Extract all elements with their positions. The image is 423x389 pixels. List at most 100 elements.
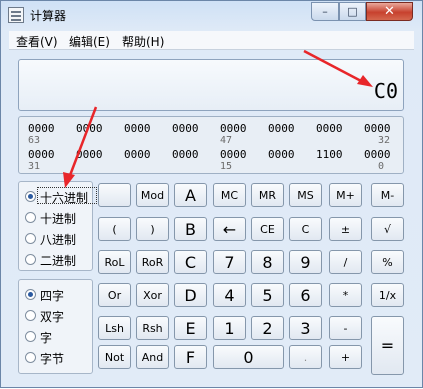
digit-1-key[interactable]: 1 bbox=[213, 316, 246, 340]
calculator-window: 计算器 – □ ✕ 查看(V) 编辑(E) 帮助(H) C0 0000 0000 0… bbox=[0, 0, 423, 388]
digit-2-key[interactable]: 2 bbox=[251, 316, 284, 340]
xor-key[interactable]: Xor bbox=[136, 283, 169, 307]
word-size-label: 双字 bbox=[40, 310, 65, 324]
hex-d-key[interactable]: D bbox=[174, 283, 207, 307]
bit-group[interactable]: 0000 bbox=[28, 148, 55, 161]
digit-6-key[interactable]: 6 bbox=[289, 283, 322, 307]
memory-store-key[interactable]: MS bbox=[289, 183, 322, 207]
radio-button-icon[interactable] bbox=[25, 352, 36, 363]
clear-entry-key[interactable]: CE bbox=[251, 217, 284, 241]
digit-7-key[interactable]: 7 bbox=[213, 250, 246, 274]
digit-9-key[interactable]: 9 bbox=[289, 250, 322, 274]
maximize-button[interactable]: □ bbox=[339, 2, 366, 21]
clear-key[interactable]: C bbox=[289, 217, 322, 241]
percent-key[interactable]: % bbox=[371, 250, 404, 274]
not-key[interactable]: Not bbox=[98, 345, 131, 369]
bit-group[interactable]: 0000 bbox=[364, 148, 391, 161]
result-display: C0 bbox=[18, 59, 404, 111]
close-button[interactable]: ✕ bbox=[366, 2, 413, 21]
digit-0-key[interactable]: 0 bbox=[213, 345, 284, 369]
and-key[interactable]: And bbox=[136, 345, 169, 369]
bit-group[interactable]: 0000 bbox=[76, 148, 103, 161]
bit-index-label: 63 bbox=[28, 135, 41, 146]
word-size-group: 四字 双字字字节 bbox=[18, 279, 93, 374]
bit-group[interactable]: 0000 bbox=[220, 122, 247, 135]
bit-index-label: 15 bbox=[220, 161, 233, 172]
reciprocal-key[interactable]: 1/x bbox=[371, 283, 404, 307]
blank-key[interactable] bbox=[98, 183, 131, 207]
radix-group: 十六进制 十进制 八进制 二进制 bbox=[18, 181, 97, 271]
decimal-key[interactable]: . bbox=[289, 345, 322, 369]
bit-index-label: 47 bbox=[220, 135, 233, 146]
radio-button-icon[interactable] bbox=[25, 233, 36, 244]
bit-group[interactable]: 0000 bbox=[124, 122, 151, 135]
multiply-key[interactable]: * bbox=[329, 283, 362, 307]
bit-group[interactable]: 0000 bbox=[220, 148, 247, 161]
radio-button-icon[interactable] bbox=[25, 331, 36, 342]
bit-index-label: 0 bbox=[378, 161, 385, 172]
bit-display: 0000 0000 0000 0000 0000 0000 0000 0000 0000 0000… bbox=[18, 116, 404, 174]
minimize-button[interactable]: – bbox=[311, 2, 339, 21]
hex-f-key[interactable]: F bbox=[174, 345, 207, 369]
calculator-icon bbox=[8, 7, 24, 23]
bit-group[interactable]: 0000 bbox=[364, 122, 391, 135]
digit-3-key[interactable]: 3 bbox=[289, 316, 322, 340]
sqrt-key[interactable]: √ bbox=[371, 217, 404, 241]
bit-group[interactable]: 0000 bbox=[76, 122, 103, 135]
radio-button-icon[interactable] bbox=[25, 212, 36, 223]
radio-button-icon[interactable] bbox=[25, 254, 36, 265]
rotate-right-key[interactable]: RoR bbox=[136, 250, 169, 274]
backspace-key[interactable]: ← bbox=[213, 217, 246, 241]
word-size-label: 字节 bbox=[40, 352, 65, 366]
radix-label: 二进制 bbox=[40, 254, 77, 268]
bit-index-label: 31 bbox=[28, 161, 41, 172]
open-paren-key[interactable]: ( bbox=[98, 217, 131, 241]
focus-rectangle bbox=[37, 187, 97, 204]
menu-help[interactable]: 帮助(H) bbox=[122, 33, 164, 50]
bit-group[interactable]: 0000 bbox=[268, 148, 295, 161]
memory-clear-key[interactable]: MC bbox=[213, 183, 246, 207]
menu-edit[interactable]: 编辑(E) bbox=[69, 33, 110, 50]
window-title: 计算器 bbox=[30, 9, 67, 23]
word-size-label: 字 bbox=[40, 331, 53, 345]
radio-button-icon[interactable] bbox=[25, 289, 36, 300]
bit-group[interactable]: 0000 bbox=[172, 122, 199, 135]
sign-key[interactable]: ± bbox=[329, 217, 362, 241]
bit-group[interactable]: 0000 bbox=[28, 122, 55, 135]
subtract-key[interactable]: - bbox=[329, 316, 362, 340]
hex-e-key[interactable]: E bbox=[174, 316, 207, 340]
rotate-left-key[interactable]: RoL bbox=[98, 250, 131, 274]
hex-b-key[interactable]: B bbox=[174, 217, 207, 241]
bit-group[interactable]: 0000 bbox=[124, 148, 151, 161]
radio-button-icon[interactable] bbox=[25, 310, 36, 321]
digit-8-key[interactable]: 8 bbox=[251, 250, 284, 274]
digit-5-key[interactable]: 5 bbox=[251, 283, 284, 307]
bit-group[interactable]: 1100 bbox=[316, 148, 343, 161]
equals-key[interactable]: = bbox=[371, 316, 404, 375]
menu-view[interactable]: 查看(V) bbox=[16, 33, 58, 50]
memory-add-key[interactable]: M+ bbox=[329, 183, 362, 207]
memory-recall-key[interactable]: MR bbox=[251, 183, 284, 207]
bit-group[interactable]: 0000 bbox=[172, 148, 199, 161]
add-key[interactable]: + bbox=[329, 345, 362, 369]
digit-4-key[interactable]: 4 bbox=[213, 283, 246, 307]
display-value: C0 bbox=[373, 79, 398, 103]
divide-key[interactable]: / bbox=[329, 250, 362, 274]
title-bar[interactable]: 计算器 – □ ✕ bbox=[1, 1, 422, 29]
shift-right-key[interactable]: Rsh bbox=[136, 316, 169, 340]
bit-index-label: 32 bbox=[378, 135, 391, 146]
word-size-label: 四字 bbox=[40, 289, 65, 303]
memory-subtract-key[interactable]: M- bbox=[371, 183, 404, 207]
radix-label: 十进制 bbox=[40, 212, 77, 226]
bit-group[interactable]: 0000 bbox=[316, 122, 343, 135]
mod-key[interactable]: Mod bbox=[136, 183, 169, 207]
shift-left-key[interactable]: Lsh bbox=[98, 316, 131, 340]
radix-label: 八进制 bbox=[40, 233, 77, 247]
hex-a-key[interactable]: A bbox=[174, 183, 207, 207]
hex-c-key[interactable]: C bbox=[174, 250, 207, 274]
menu-bar: 查看(V) 编辑(E) 帮助(H) bbox=[9, 31, 414, 50]
close-paren-key[interactable]: ) bbox=[136, 217, 169, 241]
bit-group[interactable]: 0000 bbox=[268, 122, 295, 135]
or-key[interactable]: Or bbox=[98, 283, 131, 307]
radio-button-icon[interactable] bbox=[25, 191, 36, 202]
